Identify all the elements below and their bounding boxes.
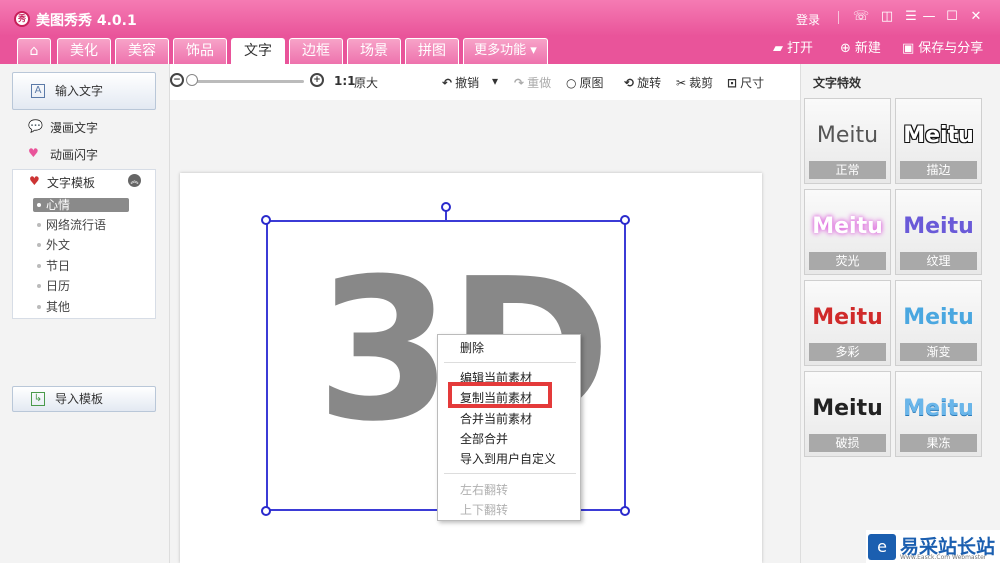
menu-separator [444,362,576,363]
effect-jelly[interactable]: Meitu 果冻 [895,371,982,457]
rotate-handle[interactable] [441,202,451,212]
divider [838,11,839,24]
template-item[interactable]: 网络流行语 [33,218,129,232]
tab-home[interactable]: ⌂ [17,38,51,64]
zoom-slider-thumb[interactable] [186,74,198,86]
menu-merge-all[interactable]: 全部合并 [460,430,508,447]
input-text-button[interactable]: A 输入文字 [12,72,156,110]
menu-icon[interactable]: ☰ [902,9,920,25]
app-logo-icon: 秀 [14,11,30,27]
ratio-label[interactable]: 1:1 [334,74,356,88]
size-button[interactable]: ⊡ 尺寸 [727,74,764,91]
menu-import-custom[interactable]: 导入到用户自定义 [460,450,556,467]
menu-flip-horizontal[interactable]: 左右翻转 [460,481,508,498]
collapse-icon[interactable]: ︽ [128,174,141,187]
highlight-annotation [448,382,552,408]
tab-text[interactable]: 文字 [231,38,285,64]
resize-handle-top-left[interactable] [261,215,271,225]
menu-flip-vertical[interactable]: 上下翻转 [460,501,508,518]
rotate-button[interactable]: ⟲ 旋转 [624,74,661,91]
tab-collage[interactable]: 拼图 [405,38,459,64]
import-template-button[interactable]: ↳ 导入模板 [12,386,156,412]
menu-delete[interactable]: 删除 [460,339,484,356]
zoom-in-icon[interactable]: + [310,73,324,87]
new-button[interactable]: ⊕ 新建 [840,40,881,58]
edit-toolbar: − + 1:1 原大 ↶ 撤销 ▾ ↷ 重做 ○ 原图 ⟲ 旋转 ✂ 裁剪 ⊡ 尺寸 [170,64,800,100]
text-template-header[interactable]: ♥ 文字模板 [29,174,95,191]
template-item[interactable]: 外文 [33,238,129,252]
title-bar: 秀 美图秀秀 4.0.1 登录 ☏ ◫ ☰ — ☐ ✕ [0,0,1000,36]
rotate-icon: ⟲ [624,76,635,90]
tab-beautify[interactable]: 美化 [57,38,111,64]
effect-damaged[interactable]: Meitu 破损 [804,371,891,457]
skin-icon[interactable]: ◫ [878,9,896,25]
menu-merge-material[interactable]: 合并当前素材 [460,410,532,427]
effect-stroke[interactable]: Meitu 描边 [895,98,982,184]
undo-dropdown-icon[interactable]: ▾ [492,74,498,88]
app-title: 美图秀秀 4.0.1 [36,13,137,29]
redo-button[interactable]: ↷ 重做 [514,74,551,91]
effect-gradient[interactable]: Meitu 渐变 [895,280,982,366]
template-icon: ♥ [29,174,40,188]
undo-button[interactable]: ↶ 撤销 [442,74,479,91]
speech-bubble-icon: 💬 [28,119,43,133]
watermark-logo-icon: e [868,534,896,560]
left-panel: A 输入文字 💬 漫画文字 ♥ 动画闪字 ♥ 文字模板 ︽ 心情 网络流行语 外… [0,64,170,563]
zoom-slider[interactable] [192,80,304,83]
save-icon: ▣ [902,41,915,56]
plus-circle-icon: ⊕ [840,41,851,56]
effect-glow[interactable]: Meitu 荧光 [804,189,891,275]
undo-icon: ↶ [442,76,453,90]
text-a-icon: A [31,84,45,98]
context-menu: 删除 编辑当前素材 复制当前素材 合并当前素材 全部合并 导入到用户自定义 左右… [437,334,581,521]
open-button[interactable]: ▰ 打开 [773,40,813,58]
resize-handle-bottom-left[interactable] [261,506,271,516]
original-image-button[interactable]: ○ 原图 [566,74,604,91]
login-link[interactable]: 登录 [796,11,820,28]
text-template-panel: ♥ 文字模板 ︽ 心情 网络流行语 外文 节日 日历 其他 [12,169,156,319]
scissors-icon: ✂ [676,76,687,90]
circle-icon: ○ [566,76,577,90]
right-panel: 文字特效 Meitu 正常 Meitu 描边 Meitu 荧光 Meitu 纹理… [800,64,1000,563]
maximize-icon[interactable]: ☐ [943,9,961,25]
minimize-icon[interactable]: — [920,9,938,25]
effect-colorful[interactable]: Meitu 多彩 [804,280,891,366]
watermark-subtext: Www.Easck.Com Webmaster [900,554,987,561]
text-effects-title: 文字特效 [813,76,862,90]
original-size-button[interactable]: 原大 [354,74,378,91]
tab-more-features[interactable]: 更多功能 ▾ [463,38,548,64]
template-item[interactable]: 其他 [33,300,129,314]
folder-icon: ▰ [773,41,783,56]
zoom-out-icon[interactable]: − [170,73,184,87]
message-icon[interactable]: ☏ [852,9,870,25]
effect-normal[interactable]: Meitu 正常 [804,98,891,184]
resize-handle-bottom-right[interactable] [620,506,630,516]
heart-icon: ♥ [28,146,39,160]
crop-button[interactable]: ✂ 裁剪 [676,74,713,91]
watermark: e 易采站长站 Www.Easck.Com Webmaster [866,530,1000,563]
close-icon[interactable]: ✕ [967,9,985,25]
redo-icon: ↷ [514,76,525,90]
resize-icon: ⊡ [727,76,738,90]
template-item[interactable]: 心情 [33,198,129,212]
tab-beauty[interactable]: 美容 [115,38,169,64]
template-item[interactable]: 节日 [33,259,129,273]
effect-texture[interactable]: Meitu 纹理 [895,189,982,275]
save-share-button[interactable]: ▣ 保存与分享 [902,40,983,58]
tab-scene[interactable]: 场景 [347,38,401,64]
menu-separator [444,473,576,474]
import-icon: ↳ [31,392,45,406]
template-item[interactable]: 日历 [33,279,129,293]
resize-handle-top-right[interactable] [620,215,630,225]
tab-border[interactable]: 边框 [289,38,343,64]
tab-accessories[interactable]: 饰品 [173,38,227,64]
